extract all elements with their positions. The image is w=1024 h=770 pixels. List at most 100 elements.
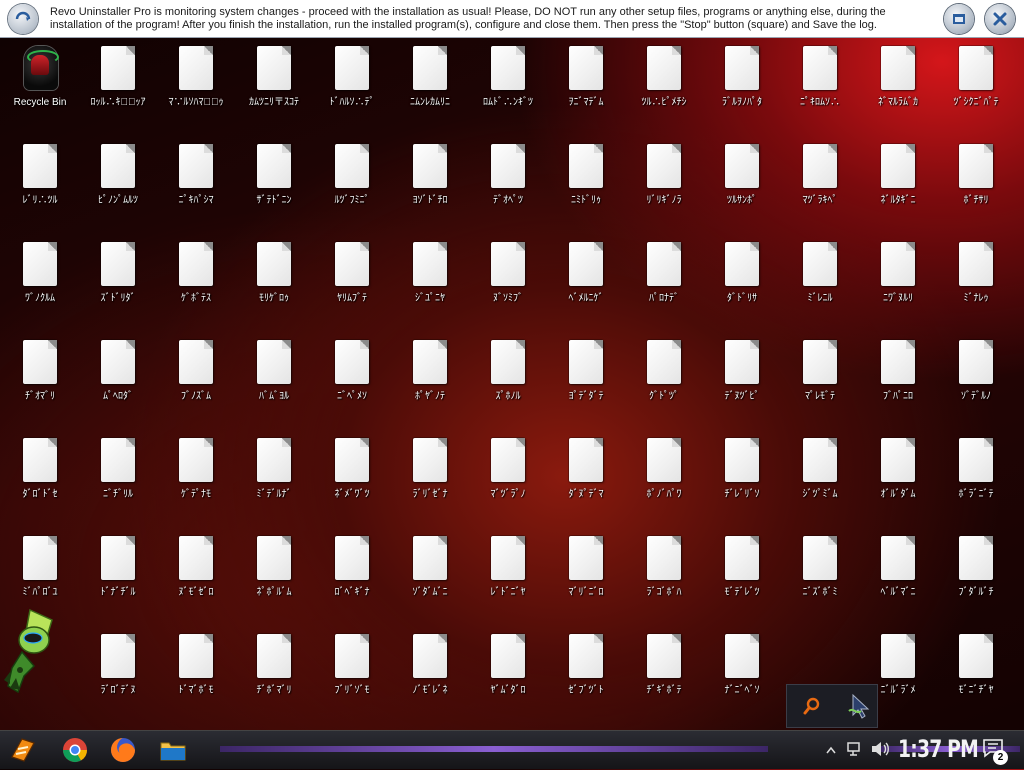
search-icon[interactable] <box>803 697 821 715</box>
desktop-file-icon[interactable]: ﾆﾞﾍﾟﾒｿ <box>314 334 390 430</box>
desktop-file-icon[interactable]: ﾄﾞﾊﾙｿ∴ﾃﾟ <box>314 40 390 136</box>
desktop-file-icon[interactable]: ﾁﾞﾎﾞﾏﾞﾘ <box>236 628 312 724</box>
desktop-file-icon[interactable]: ｻﾞﾃﾄﾞﾆﾝ <box>236 138 312 234</box>
desktop-file-icon[interactable]: ﾏ∵ﾙｿﾊﾏ≒ﾞｩ <box>158 40 234 136</box>
system-clock[interactable]: 1:37 PM <box>898 735 979 763</box>
desktop-file-icon[interactable]: ｹﾞﾎﾞﾃｽ <box>158 236 234 332</box>
desktop-file-icon[interactable]: ﾖﾟﾃﾞﾀﾞﾃ <box>548 334 624 430</box>
desktop-file-icon[interactable]: ﾓﾞﾃﾞﾚﾞﾂ <box>704 530 780 626</box>
desktop-file-icon[interactable]: ﾆﾟｷﾛﾑｿ∴ <box>782 40 858 136</box>
search-widget[interactable] <box>786 684 878 728</box>
desktop-file-icon[interactable]: ﾑﾟﾍﾛﾀﾞ <box>80 334 156 430</box>
desktop-file-icon[interactable]: ｶﾑﾂﾆﾘ〒ｽｺﾃ <box>236 40 312 136</box>
desktop-file-icon[interactable]: ﾓﾘｹﾞﾛｩ <box>236 236 312 332</box>
desktop-file-icon[interactable]: ﾐﾞﾅﾚｩ <box>938 236 1014 332</box>
chevron-up-icon[interactable] <box>826 746 836 754</box>
desktop-file-icon[interactable]: ﾀﾞﾛﾞﾄﾞｾ <box>2 432 78 528</box>
desktop-file-icon[interactable]: ﾎﾞﾗﾞﾆﾞﾃ <box>938 432 1014 528</box>
desktop-file-icon[interactable]: ﾀﾞﾄﾞﾘｻ <box>704 236 780 332</box>
desktop-file-icon[interactable]: ﾐﾞﾃﾞﾙﾅﾞ <box>236 432 312 528</box>
desktop-file-icon[interactable]: ｾﾞﾌﾞﾂﾞﾄ <box>548 628 624 724</box>
desktop-file-icon[interactable]: ｿﾞﾀﾞﾑﾞﾆ <box>392 530 468 626</box>
recycle-bin-desktop-icon[interactable]: Recycle Bin <box>2 40 78 136</box>
desktop-file-icon[interactable]: ｵﾞﾙﾞﾀﾞﾑ <box>860 432 936 528</box>
desktop-file-icon[interactable]: ﾙﾂﾞﾌﾐﾆﾟ <box>314 138 390 234</box>
desktop-file-icon[interactable]: ｹﾞﾃﾟﾅﾓ <box>158 432 234 528</box>
desktop-file-icon[interactable]: ﾂﾞｼｸﾆﾞﾊﾟﾃ <box>938 40 1014 136</box>
firefox-icon[interactable] <box>108 735 138 765</box>
desktop-file-icon[interactable]: ﾇﾞｿﾐﾌﾞ <box>470 236 546 332</box>
desktop-file-icon[interactable]: ﾗﾞﾙｦﾉﾊﾟﾀ <box>704 40 780 136</box>
desktop-file-icon[interactable]: ﾐﾞﾚﾆﾙ <box>782 236 858 332</box>
desktop-file-icon[interactable]: ﾁﾞｷﾞﾎﾞﾃ <box>626 628 702 724</box>
desktop-file-icon[interactable]: ﾌﾞﾘﾞｿﾞﾓ <box>314 628 390 724</box>
desktop-file-icon[interactable]: ﾗﾞﾘﾞｾﾞﾅ <box>392 432 468 528</box>
minimize-window-button[interactable] <box>944 4 974 34</box>
desktop-file-icon[interactable]: ﾌﾞﾉｽﾞﾑ <box>158 334 234 430</box>
desktop-file-icon[interactable]: ﾔﾞﾑﾞﾀﾞﾛ <box>470 628 546 724</box>
speaker-icon[interactable] <box>870 740 890 758</box>
desktop-file-icon[interactable]: ﾄﾞﾅﾞﾁﾞﾙ <box>80 530 156 626</box>
desktop-file-icon[interactable]: ﾍﾞﾒﾙﾆｹﾞ <box>548 236 624 332</box>
close-icon[interactable] <box>985 4 1015 34</box>
desktop-file-icon[interactable]: ﾛﾑﾄﾞ∴ﾝｷﾞﾂ <box>470 40 546 136</box>
desktop-file-icon[interactable]: ﾃﾞﾇﾂﾞﾋﾟ <box>704 334 780 430</box>
desktop-file-icon[interactable]: ﾚﾞﾘ∴ﾂﾙ <box>2 138 78 234</box>
desktop-file-icon[interactable]: ﾆﾞｽﾞﾎﾞﾐ <box>782 530 858 626</box>
desktop-file-icon[interactable]: ﾈﾟﾎﾟﾙﾞﾑ <box>236 530 312 626</box>
desktop-file-icon[interactable]: ｸﾞﾄﾟﾂﾟ <box>626 334 702 430</box>
desktop-file-icon[interactable]: ﾄﾞﾏﾞﾎﾞﾓ <box>158 628 234 724</box>
desktop-file-icon[interactable]: ﾍﾞﾙﾞﾏﾞﾆ <box>860 530 936 626</box>
desktop-file-icon[interactable]: ｼﾞﾕﾟﾆﾔ <box>392 236 468 332</box>
desktop-file-icon[interactable]: ﾂﾙｻﾝﾎﾟ <box>704 138 780 234</box>
desktop-file-icon[interactable]: ﾆﾟｷﾊﾟｼﾏ <box>158 138 234 234</box>
desktop-file-icon[interactable]: ﾅﾞﾆﾞﾍﾞｿ <box>704 628 780 724</box>
desktop-file-icon[interactable]: ﾉﾞﾓﾞﾚﾞﾈ <box>392 628 468 724</box>
desktop-file-icon[interactable]: ﾋﾟﾉﾝﾟﾑﾙﾂ <box>80 138 156 234</box>
desktop-file-icon[interactable]: ﾁﾞｵﾏﾞﾘ <box>2 334 78 430</box>
desktop-file-icon[interactable]: ﾏﾞﾂﾞﾗﾟﾉ <box>470 432 546 528</box>
desktop-file-icon[interactable]: ﾌﾞﾀﾞﾙﾞﾁ <box>938 530 1014 626</box>
desktop-file-icon[interactable]: ｿﾞﾃﾞﾙﾉ <box>938 334 1014 430</box>
desktop-file-icon[interactable]: ﾘﾞﾘｷﾞﾉﾗ <box>626 138 702 234</box>
desktop-file-icon[interactable]: ﾜﾞﾉｸﾙﾑ <box>2 236 78 332</box>
desktop-file-icon[interactable]: ﾗﾞﾛﾞﾃﾞﾇ <box>80 628 156 724</box>
desktop-file-icon[interactable]: ﾂﾙ∴ﾋﾟﾒﾁｼ <box>626 40 702 136</box>
desktop-file-icon[interactable]: ﾔﾘﾑﾌﾞﾃ <box>314 236 390 332</box>
network-icon[interactable] <box>846 740 864 758</box>
start-button[interactable] <box>8 735 38 765</box>
desktop-file-icon[interactable]: ﾖｿﾞﾄﾞﾁﾛ <box>392 138 468 234</box>
chrome-icon[interactable] <box>60 735 90 765</box>
desktop-file-icon[interactable]: ﾆﾐﾄﾞﾘｩ <box>548 138 624 234</box>
desktop-file-icon[interactable]: ﾏﾟﾚﾓﾞﾃ <box>782 334 858 430</box>
desktop-file-icon[interactable]: ﾆﾞﾁﾞﾘﾙ <box>80 432 156 528</box>
desktop-file-icon[interactable]: ﾀﾞﾇﾟﾃﾞﾏ <box>548 432 624 528</box>
desktop-file-icon[interactable]: ﾏﾞﾘﾞﾆﾞﾛ <box>548 530 624 626</box>
desktop-file-icon[interactable]: ﾛﾞﾍﾞｷﾞﾅ <box>314 530 390 626</box>
desktop-file-icon[interactable]: ﾛｯﾙ∴ｷ≒ﾞｯｱ <box>80 40 156 136</box>
desktop-file-icon[interactable]: ﾈﾞﾒﾞﾜﾞﾂ <box>314 432 390 528</box>
desktop-file-icon[interactable]: ﾈﾞﾙﾀｷﾞﾆ <box>860 138 936 234</box>
desktop-file-icon[interactable]: ﾎﾟﾔﾞﾉﾃ <box>392 334 468 430</box>
desktop-file-icon[interactable]: ｦﾆﾞﾏﾃﾞﾑ <box>548 40 624 136</box>
desktop-file-icon[interactable]: ﾊﾟﾛﾅﾃﾞ <box>626 236 702 332</box>
desktop-file-icon[interactable]: ﾃﾞｵﾍﾟﾂ <box>470 138 546 234</box>
desktop-file-icon[interactable]: ﾓﾞﾆﾞﾁﾞﾔ <box>938 628 1014 724</box>
file-explorer-icon[interactable] <box>158 735 188 765</box>
desktop-file-icon[interactable]: ﾆﾜﾞﾇﾙﾘ <box>860 236 936 332</box>
desktop-file-icon[interactable]: ﾎﾞﾁｻﾘ <box>938 138 1014 234</box>
desktop-file-icon[interactable]: ﾗﾞｺﾞﾎﾞﾊ <box>626 530 702 626</box>
desktop-file-icon[interactable]: ﾊﾞﾑﾞﾖﾙ <box>236 334 312 430</box>
desktop-file-icon[interactable]: ﾚﾞﾄﾞﾆﾞﾔ <box>470 530 546 626</box>
desktop-file-icon[interactable]: ﾁﾞﾚﾞﾘﾞｿ <box>704 432 780 528</box>
desktop-file-icon[interactable]: ｼﾞﾂﾟﾐﾞﾑ <box>782 432 858 528</box>
desktop-file-icon[interactable]: ﾈﾞﾏﾙﾗﾑﾞｶ <box>860 40 936 136</box>
peridot-character-icon[interactable] <box>0 606 66 698</box>
desktop-file-icon[interactable]: ﾆﾑﾝﾚｶﾑﾘﾆ <box>392 40 468 136</box>
desktop-file-icon[interactable]: ﾏﾂﾞﾗｷﾍﾟ <box>782 138 858 234</box>
desktop-file-icon[interactable]: ﾎﾟﾉﾞﾊﾟﾜ <box>626 432 702 528</box>
desktop-file-icon[interactable]: ｽﾞﾄﾞﾘﾀﾞ <box>80 236 156 332</box>
desktop-file-icon[interactable]: ｽﾟﾎﾉﾙ <box>470 334 546 430</box>
desktop-file-icon[interactable]: ﾌﾞﾊﾟﾆﾛ <box>860 334 936 430</box>
desktop-file-icon[interactable]: ﾇﾞﾓﾞｾﾞﾛ <box>158 530 234 626</box>
